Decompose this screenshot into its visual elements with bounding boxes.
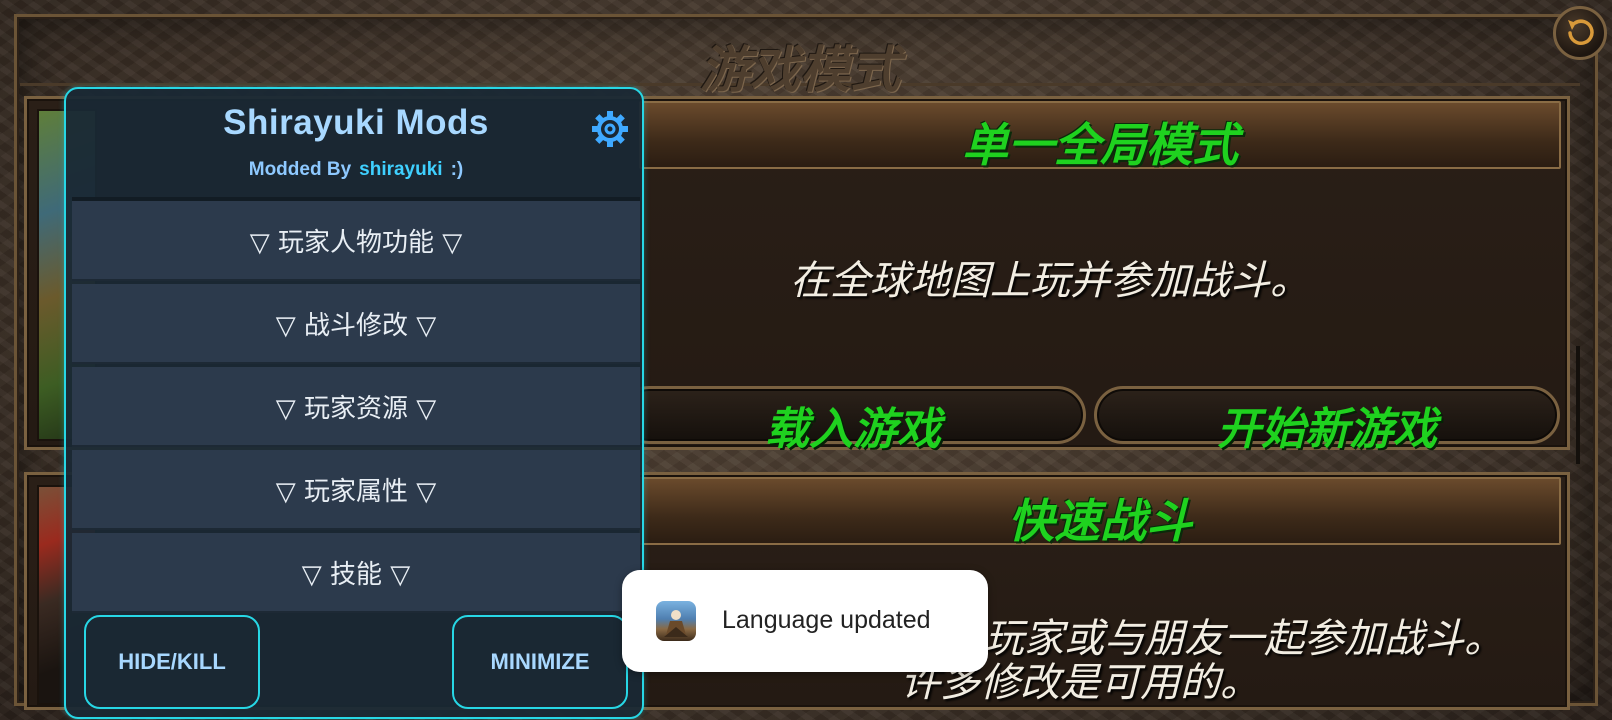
mod-menu-title: Shirayuki Mods	[223, 103, 489, 142]
mod-menu-subtitle: Modded By shirayuki:)	[66, 159, 642, 181]
new-game-button[interactable]: 开始新游戏	[1094, 386, 1560, 455]
single-mode-title: 单一全局模式	[962, 118, 1238, 172]
title-bar: 游戏模式	[20, 16, 1580, 99]
settings-gear-icon[interactable]	[590, 109, 630, 149]
subtitle-author: shirayuki	[359, 159, 443, 180]
category-skills[interactable]: ▽ 技能 ▽	[72, 533, 640, 613]
load-game-label: 载入游戏	[765, 404, 941, 455]
quick-battle-title: 快速战斗	[1008, 494, 1192, 548]
new-game-label: 开始新游戏	[1217, 404, 1437, 455]
subtitle-prefix: Modded By	[248, 159, 352, 180]
toast-notification: Language updated	[622, 570, 988, 672]
back-button[interactable]	[1553, 6, 1607, 60]
quick-battle-banner: 快速战斗	[639, 477, 1561, 548]
hide-kill-button[interactable]: HIDE/KILL	[84, 615, 260, 709]
category-battle-mods[interactable]: ▽ 战斗修改 ▽	[72, 284, 640, 364]
minimize-button[interactable]: MINIMIZE	[452, 615, 628, 709]
scrollbar[interactable]	[1576, 346, 1580, 464]
mod-menu: Shirayuki Mods Modded By shirayuki:) ▽ 玩家…	[64, 87, 644, 719]
category-player-attributes[interactable]: ▽ 玩家属性 ▽	[72, 450, 640, 530]
toast-message: Language updated	[722, 606, 931, 634]
category-player-character[interactable]: ▽ 玩家人物功能 ▽	[72, 201, 640, 281]
category-player-resources[interactable]: ▽ 玩家资源 ▽	[72, 367, 640, 447]
app-icon	[656, 601, 696, 641]
single-mode-banner: 单一全局模式	[639, 101, 1561, 172]
subtitle-suffix: :)	[450, 159, 464, 180]
single-mode-description: 在全球地图上玩并参加战斗。	[790, 258, 1310, 304]
load-game-button[interactable]: 载入游戏	[620, 386, 1086, 455]
back-arrow-icon	[1568, 19, 1594, 45]
